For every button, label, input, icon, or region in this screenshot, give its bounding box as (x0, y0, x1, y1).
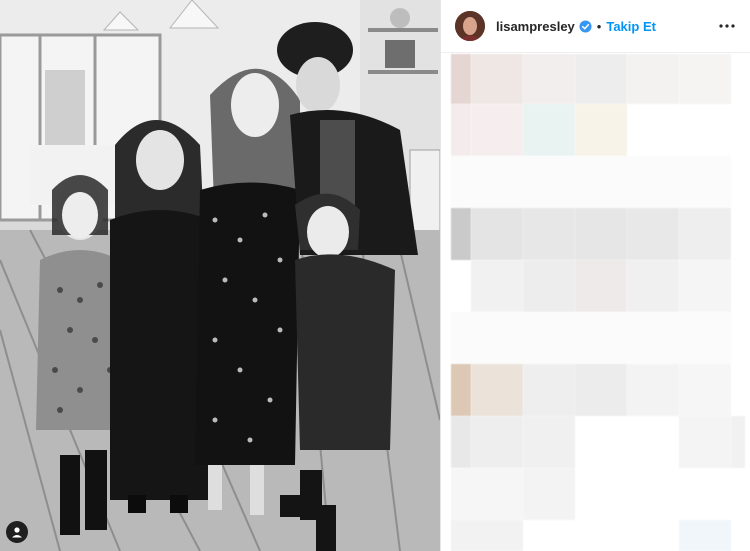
family-photo-image (0, 0, 440, 551)
user-tag-icon (12, 527, 22, 538)
user-tag-button[interactable] (6, 521, 28, 543)
post-side-panel: lisampresley • Takip Et (440, 0, 750, 551)
post-header: lisampresley • Takip Et (441, 0, 750, 53)
post-photo[interactable] (0, 0, 440, 551)
separator-dot: • (596, 18, 602, 34)
avatar[interactable] (455, 11, 485, 41)
instagram-post: lisampresley • Takip Et (0, 0, 750, 551)
avatar-image (455, 11, 485, 41)
username-link[interactable]: lisampresley (496, 19, 575, 34)
blurred-comments-area (441, 52, 750, 551)
follow-button[interactable]: Takip Et (606, 19, 656, 34)
verified-badge-icon (579, 19, 592, 33)
more-options-button[interactable] (718, 17, 736, 35)
more-options-icon (719, 24, 735, 28)
